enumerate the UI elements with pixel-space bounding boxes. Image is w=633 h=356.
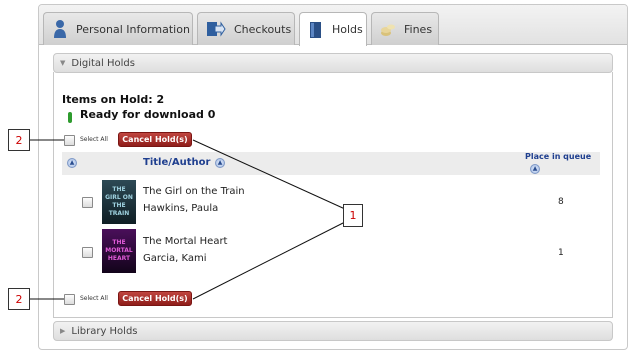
callout-number: 2: [8, 129, 30, 151]
callout-number: 1: [343, 204, 363, 227]
callout-number: 2: [8, 288, 30, 310]
callout-lines: [30, 139, 346, 300]
